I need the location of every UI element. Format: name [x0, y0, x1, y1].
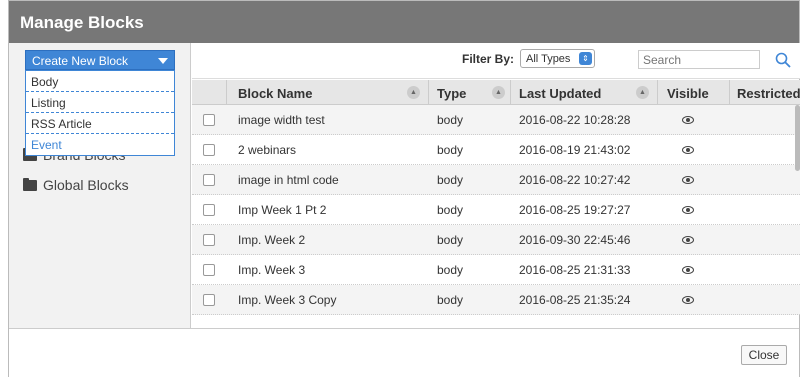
- eye-icon[interactable]: [682, 144, 694, 156]
- create-new-block-button[interactable]: Create New Block: [25, 50, 175, 70]
- type-filter-value: All Types: [526, 53, 571, 65]
- column-divider: [428, 80, 429, 105]
- dropdown-option-listing[interactable]: Listing: [26, 92, 174, 113]
- type-filter-select[interactable]: All Types ⇕: [520, 49, 595, 68]
- folder-global-blocks[interactable]: Global Blocks: [23, 177, 129, 193]
- dropdown-option-rss-article[interactable]: RSS Article: [26, 113, 174, 134]
- block-name-cell: image width test: [238, 113, 325, 127]
- last-updated-cell: 2016-08-25 21:35:24: [519, 293, 631, 307]
- row-checkbox[interactable]: [203, 174, 215, 186]
- last-updated-cell: 2016-08-19 21:43:02: [519, 143, 631, 157]
- dropdown-option-body[interactable]: Body: [26, 71, 174, 92]
- column-divider: [510, 80, 511, 105]
- column-divider: [226, 80, 227, 105]
- eye-icon[interactable]: [682, 294, 694, 306]
- block-name-cell: Imp Week 1 Pt 2: [238, 203, 327, 217]
- last-updated-cell: 2016-08-25 21:31:33: [519, 263, 631, 277]
- block-type-cell: body: [437, 233, 464, 247]
- table-row[interactable]: Imp. Week 3 body 2016-08-25 21:31:33: [192, 255, 800, 285]
- row-checkbox[interactable]: [203, 294, 215, 306]
- eye-icon[interactable]: [682, 264, 694, 276]
- block-name-cell: 2 webinars: [238, 143, 297, 157]
- block-type-cell: body: [437, 263, 464, 277]
- table-row[interactable]: Imp. Week 2 body 2016-09-30 22:45:46: [192, 225, 800, 255]
- row-checkbox[interactable]: [203, 144, 215, 156]
- block-name-cell: Imp. Week 3 Copy: [238, 293, 337, 307]
- filter-label: Filter By:: [462, 52, 515, 66]
- column-divider: [657, 80, 658, 105]
- block-type-cell: body: [437, 113, 464, 127]
- row-checkbox[interactable]: [203, 114, 215, 126]
- block-type-cell: body: [437, 293, 464, 307]
- row-checkbox[interactable]: [203, 204, 215, 216]
- dialog-title: Manage Blocks: [9, 1, 799, 43]
- search-icon[interactable]: [775, 52, 791, 68]
- block-type-cell: body: [437, 203, 464, 217]
- header-block-name[interactable]: Block Name: [238, 86, 312, 101]
- select-arrows-icon: ⇕: [579, 52, 592, 65]
- block-type-cell: body: [437, 173, 464, 187]
- last-updated-cell: 2016-08-22 10:28:28: [519, 113, 631, 127]
- table-scrollbar[interactable]: [795, 105, 800, 171]
- manage-blocks-dialog: Manage Blocks Brand Blocks Global Blocks…: [8, 0, 800, 378]
- table-row[interactable]: 2 webinars body 2016-08-19 21:43:02: [192, 135, 800, 165]
- table-row[interactable]: image width test body 2016-08-22 10:28:2…: [192, 105, 800, 135]
- create-new-block-label: Create New Block: [32, 54, 129, 68]
- row-checkbox[interactable]: [203, 234, 215, 246]
- table-header: Block Name ▲ Type ▲ Last Updated ▲ Visib…: [192, 80, 800, 105]
- row-checkbox[interactable]: [203, 264, 215, 276]
- header-last-updated[interactable]: Last Updated: [519, 86, 601, 101]
- eye-icon[interactable]: [682, 204, 694, 216]
- header-restricted[interactable]: Restricted: [737, 86, 800, 101]
- eye-icon[interactable]: [682, 114, 694, 126]
- create-block-dropdown: Body Listing RSS Article Event: [25, 70, 175, 156]
- eye-icon[interactable]: [682, 234, 694, 246]
- header-type[interactable]: Type: [437, 86, 466, 101]
- block-type-cell: body: [437, 143, 464, 157]
- last-updated-cell: 2016-08-25 19:27:27: [519, 203, 631, 217]
- sort-icon[interactable]: ▲: [492, 86, 505, 99]
- header-visible[interactable]: Visible: [667, 86, 709, 101]
- last-updated-cell: 2016-08-22 10:27:42: [519, 173, 631, 187]
- table-row[interactable]: Imp. Week 3 Copy body 2016-08-25 21:35:2…: [192, 285, 800, 315]
- sort-icon[interactable]: ▲: [407, 86, 420, 99]
- filter-bar: Filter By: All Types ⇕: [192, 43, 800, 79]
- sort-icon[interactable]: ▲: [636, 86, 649, 99]
- table-row[interactable]: Imp Week 1 Pt 2 body 2016-08-25 19:27:27: [192, 195, 800, 225]
- close-button[interactable]: Close: [741, 345, 787, 365]
- block-name-cell: image in html code: [238, 173, 339, 187]
- eye-icon[interactable]: [682, 174, 694, 186]
- dropdown-option-event[interactable]: Event: [26, 134, 174, 155]
- dialog-footer: Close: [9, 328, 799, 378]
- caret-down-icon: [158, 58, 168, 64]
- folder-icon: [23, 177, 37, 191]
- block-name-cell: Imp. Week 3: [238, 263, 306, 277]
- block-name-cell: Imp. Week 2: [238, 233, 306, 247]
- folder-label: Global Blocks: [43, 177, 129, 193]
- column-divider: [729, 80, 730, 105]
- table-row[interactable]: image in html code body 2016-08-22 10:27…: [192, 165, 800, 195]
- search-input[interactable]: [638, 50, 760, 69]
- last-updated-cell: 2016-09-30 22:45:46: [519, 233, 631, 247]
